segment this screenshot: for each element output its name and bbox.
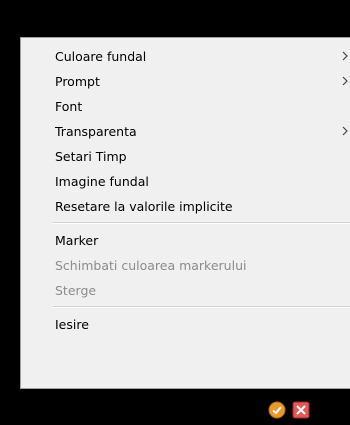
menu-item-label: Schimbati culoarea markerului bbox=[55, 258, 247, 273]
context-menu: Culoare fundal Prompt Font Transparenta … bbox=[20, 37, 350, 389]
menu-item-culoare-fundal[interactable]: Culoare fundal bbox=[21, 46, 350, 68]
menu-item-label: Sterge bbox=[55, 283, 97, 298]
chevron-right-icon bbox=[341, 125, 349, 137]
menu-item-prompt[interactable]: Prompt bbox=[21, 71, 350, 93]
menu-separator bbox=[53, 222, 350, 224]
menu-item-label: Font bbox=[55, 99, 83, 114]
screen: Culoare fundal Prompt Font Transparenta … bbox=[0, 0, 350, 425]
menu-item-label: Prompt bbox=[55, 74, 100, 89]
menu-item-label: Setari Timp bbox=[55, 149, 127, 164]
chevron-right-icon bbox=[341, 50, 349, 62]
menu-item-imagine-fundal[interactable]: Imagine fundal bbox=[21, 171, 350, 193]
menu-item-label: Iesire bbox=[55, 317, 89, 332]
menu-item-label: Imagine fundal bbox=[55, 174, 149, 189]
menu-item-setari-timp[interactable]: Setari Timp bbox=[21, 146, 350, 168]
menu-item-marker[interactable]: Marker bbox=[21, 230, 350, 252]
menu-item-label: Transparenta bbox=[55, 124, 137, 139]
menu-item-label: Marker bbox=[55, 233, 99, 248]
menu-item-font[interactable]: Font bbox=[21, 96, 350, 118]
system-tray bbox=[0, 389, 350, 425]
menu-item-label: Resetare la valorile implicite bbox=[55, 199, 233, 214]
menu-item-schimbati-culoarea-markerului: Schimbati culoarea markerului bbox=[21, 255, 350, 277]
close-red-icon[interactable] bbox=[292, 401, 310, 419]
checkmark-shield-icon[interactable] bbox=[268, 401, 286, 419]
menu-item-resetare[interactable]: Resetare la valorile implicite bbox=[21, 196, 350, 218]
menu-item-sterge: Sterge bbox=[21, 280, 350, 302]
menu-item-transparenta[interactable]: Transparenta bbox=[21, 121, 350, 143]
menu-item-iesire[interactable]: Iesire bbox=[21, 314, 350, 336]
menu-item-label: Culoare fundal bbox=[55, 49, 147, 64]
chevron-right-icon bbox=[341, 75, 349, 87]
menu-separator bbox=[53, 306, 350, 308]
